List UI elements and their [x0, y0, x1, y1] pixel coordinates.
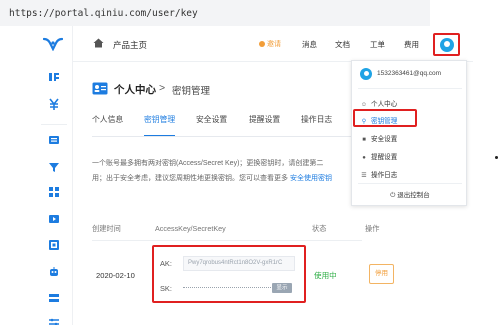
shield-icon: ■	[362, 137, 366, 143]
nav-docs[interactable]: 文档	[335, 39, 350, 50]
sk-label: SK:	[160, 284, 172, 293]
user-dropdown-menu: 1532363461@qq.com ☺ 个人中心 ⚲ 密钥管理 ■ 安全设置 ● 提醒设…	[351, 60, 467, 206]
storage-icon[interactable]	[48, 134, 60, 146]
header-status: 状态	[312, 224, 327, 233]
nav-billing[interactable]: 费用	[404, 39, 419, 50]
user-email: 1532363461@qq.com	[377, 70, 442, 77]
tab-security[interactable]: 安全设置	[196, 114, 227, 136]
sidebar	[33, 26, 73, 325]
nav-tickets[interactable]: 工单	[370, 39, 385, 50]
disable-key-button[interactable]: 停用	[369, 264, 394, 284]
page-title: 个人中心	[114, 84, 156, 96]
sidebar-divider	[41, 124, 67, 125]
gift-icon	[259, 41, 265, 47]
home-icon[interactable]	[93, 38, 104, 48]
bell-icon: ●	[362, 155, 366, 161]
breadcrumb-separator: >	[159, 82, 166, 94]
user-avatar-button[interactable]	[433, 33, 460, 56]
product-home-link[interactable]: 产品主页	[113, 39, 147, 51]
data-icon[interactable]	[48, 292, 60, 304]
compute-icon[interactable]	[48, 186, 60, 198]
top-navbar: 产品主页 邀请 消息 文档 工单 费用	[73, 26, 473, 62]
id-card-icon	[92, 82, 108, 95]
menu-label: 个人中心	[371, 101, 398, 108]
description-line-1: 一个账号最多拥有两对密钥(Access/Secret Key)；更换密钥时，请创…	[92, 160, 324, 167]
status-badge: 使用中	[314, 271, 337, 280]
robot-icon[interactable]	[48, 266, 60, 278]
overview-icon[interactable]	[48, 71, 60, 83]
tab-key-management[interactable]: 密钥管理	[144, 114, 176, 136]
user-icon: ☺	[360, 102, 368, 108]
menu-highlight-box	[353, 109, 417, 127]
tab-notifications[interactable]: 提醒设置	[249, 114, 280, 136]
menu-label: 提醒设置	[371, 154, 398, 161]
show-secret-button[interactable]: 显示	[272, 283, 292, 293]
access-key-value[interactable]: Pwy7qrobus4ntRct1n8O2V-gxR1rC	[183, 256, 295, 271]
avatar	[440, 38, 454, 52]
menu-label: 安全设置	[371, 136, 398, 143]
menu-label: 操作日志	[371, 172, 398, 179]
table-header-divider	[92, 240, 362, 241]
description-text: 用；出于安全考虑，建议您周期性地更换密钥。您可以查看更多	[92, 175, 288, 182]
menu-item-security-settings[interactable]: ■ 安全设置	[360, 133, 397, 143]
cdn-icon[interactable]	[48, 161, 60, 173]
logout-label: 退出控制台	[397, 192, 430, 199]
dropdown-avatar	[360, 68, 372, 80]
header-actions: 操作	[365, 224, 380, 233]
secure-key-usage-link[interactable]: 安全使用密钥	[290, 175, 332, 182]
masked-secret	[183, 287, 271, 288]
menu-item-notification-settings[interactable]: ● 提醒设置	[360, 151, 397, 161]
description-line-2: 用；出于安全考虑，建议您周期性地更换密钥。您可以查看更多 安全使用密钥	[92, 173, 332, 183]
secret-key-value: 显示	[183, 282, 295, 295]
finance-icon[interactable]	[48, 98, 60, 110]
apps-icon[interactable]	[48, 239, 60, 251]
tab-bar: 个人信息 密钥管理 安全设置 提醒设置 操作日志	[92, 114, 362, 136]
tab-operation-log[interactable]: 操作日志	[301, 114, 332, 136]
header-access-secret-key: AccessKey/SecretKey	[155, 224, 226, 233]
page-subtitle: 密钥管理	[172, 86, 211, 97]
tab-profile[interactable]: 个人信息	[92, 114, 123, 136]
invite-link[interactable]: 邀请	[259, 39, 281, 49]
dropdown-divider	[358, 88, 462, 89]
menu-item-operation-log[interactable]: ☰ 操作日志	[360, 169, 397, 179]
settings-list-icon[interactable]	[48, 318, 60, 325]
dropdown-divider	[358, 183, 462, 184]
address-bar[interactable]: https://portal.qiniu.com/user/key	[0, 0, 430, 26]
logout-button[interactable]: ⏻ 退出控制台	[352, 189, 468, 200]
log-icon: ☰	[361, 173, 367, 179]
qiniu-logo[interactable]	[43, 37, 63, 51]
tab-divider	[92, 136, 362, 137]
ak-label: AK:	[160, 259, 172, 268]
created-date: 2020-02-10	[96, 271, 135, 280]
invite-label: 邀请	[267, 41, 281, 48]
bullet-dot	[495, 156, 498, 159]
nav-messages[interactable]: 消息	[302, 39, 317, 50]
header-created-time: 创建时间	[92, 224, 121, 233]
menu-item-personal-center[interactable]: ☺ 个人中心	[360, 98, 397, 108]
media-icon[interactable]	[48, 213, 60, 225]
